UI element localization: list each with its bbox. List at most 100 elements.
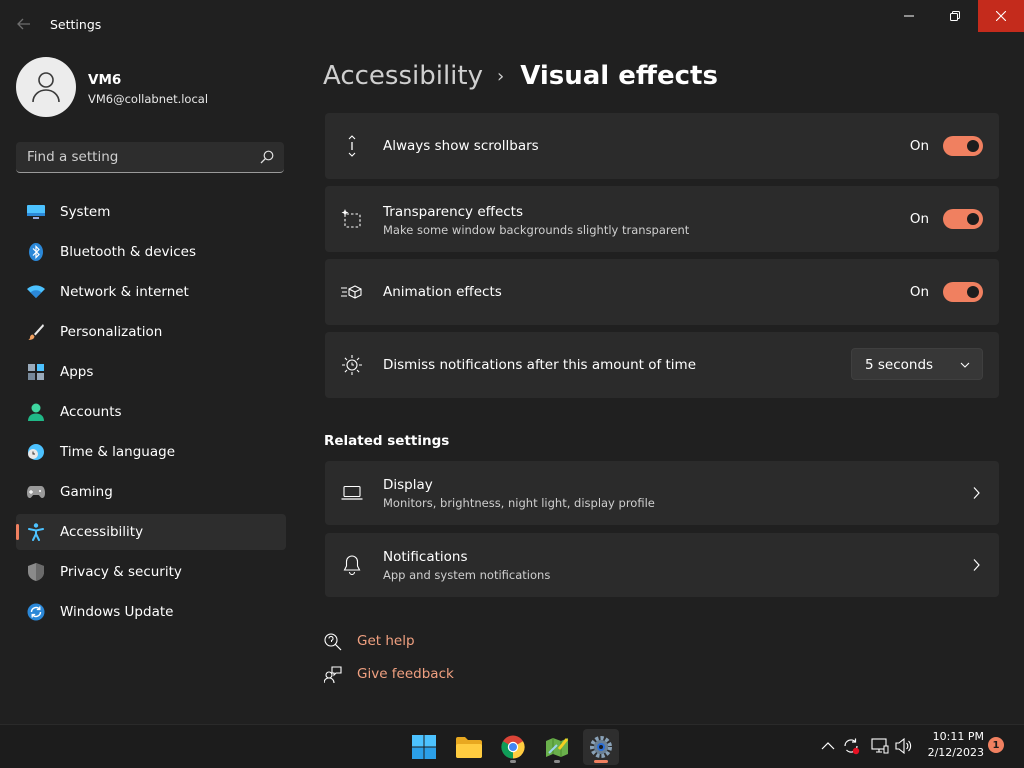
back-button[interactable] bbox=[14, 12, 34, 36]
sidebar-item-gaming[interactable]: Gaming bbox=[16, 474, 286, 510]
breadcrumb: Accessibility › Visual effects bbox=[323, 58, 718, 94]
chevron-down-icon bbox=[960, 362, 970, 368]
sidebar-item-windows-update[interactable]: Windows Update bbox=[16, 594, 286, 630]
sidebar-item-system[interactable]: System bbox=[16, 194, 286, 230]
sidebar-item-label: Accounts bbox=[60, 404, 122, 420]
sidebar-item-accessibility[interactable]: Accessibility bbox=[16, 514, 286, 550]
setting-title: Transparency effects bbox=[383, 204, 523, 220]
monitor-icon bbox=[27, 203, 45, 221]
folder-icon bbox=[456, 737, 482, 758]
setting-title: Animation effects bbox=[383, 284, 502, 300]
close-button[interactable] bbox=[978, 0, 1024, 32]
toggle-state-label: On bbox=[909, 284, 929, 300]
taskbar-chrome[interactable] bbox=[495, 729, 531, 765]
wifi-icon bbox=[27, 283, 45, 301]
avatar bbox=[16, 57, 76, 117]
taskbar: 10:11 PM 2/12/2023 1 bbox=[0, 724, 1024, 768]
get-help-text[interactable]: Get help bbox=[357, 633, 415, 649]
show-hidden-icons-chevron-up-icon[interactable] bbox=[819, 737, 837, 755]
sidebar-item-label: Privacy & security bbox=[60, 564, 182, 580]
person-icon bbox=[27, 403, 45, 421]
setting-description: Make some window backgrounds slightly tr… bbox=[383, 223, 690, 237]
windows-logo-icon bbox=[412, 735, 436, 759]
give-feedback-link[interactable]: Give feedback bbox=[324, 664, 454, 686]
related-notifications[interactable]: Notifications App and system notificatio… bbox=[325, 533, 999, 597]
volume-icon[interactable] bbox=[895, 737, 913, 755]
sidebar-item-label: Apps bbox=[60, 364, 94, 380]
related-title: Notifications bbox=[383, 549, 468, 565]
help-icon bbox=[324, 633, 342, 651]
taskbar-file-explorer[interactable] bbox=[451, 729, 487, 765]
sidebar-item-time-language[interactable]: Time & language bbox=[16, 434, 286, 470]
search-input[interactable] bbox=[16, 142, 246, 172]
chevron-right-icon bbox=[973, 487, 980, 499]
setting-transparency-effects: Transparency effects Make some window ba… bbox=[325, 186, 999, 252]
sync-alert-icon[interactable] bbox=[842, 737, 860, 755]
taskbar-settings[interactable] bbox=[583, 729, 619, 765]
profile-name: VM6 bbox=[88, 72, 122, 88]
arrow-left-icon bbox=[17, 18, 30, 30]
toggle-state-label: On bbox=[909, 138, 929, 154]
sidebar-item-label: Time & language bbox=[60, 444, 176, 460]
animation-toggle[interactable] bbox=[943, 282, 983, 302]
notification-duration-dropdown[interactable]: 5 seconds bbox=[851, 348, 983, 380]
start-button[interactable] bbox=[406, 729, 442, 765]
sidebar-item-label: Network & internet bbox=[60, 284, 189, 300]
notification-badge[interactable]: 1 bbox=[988, 737, 1004, 753]
bell-icon bbox=[341, 554, 363, 576]
search-box[interactable] bbox=[16, 142, 284, 173]
sidebar-item-apps[interactable]: Apps bbox=[16, 354, 286, 390]
sidebar-item-label: Personalization bbox=[60, 324, 163, 340]
setting-animation-effects: Animation effects On bbox=[325, 259, 999, 325]
sidebar-item-label: Bluetooth & devices bbox=[60, 244, 197, 260]
sun-timer-icon bbox=[341, 354, 363, 376]
related-settings-heading: Related settings bbox=[324, 433, 450, 449]
maximize-button[interactable] bbox=[932, 0, 978, 32]
sidebar-item-bluetooth[interactable]: Bluetooth & devices bbox=[16, 234, 286, 270]
network-monitor-icon[interactable] bbox=[871, 737, 889, 755]
person-icon bbox=[32, 72, 60, 103]
transparency-toggle[interactable] bbox=[943, 209, 983, 229]
update-icon bbox=[27, 603, 45, 621]
setting-dismiss-notifications: Dismiss notifications after this amount … bbox=[325, 332, 999, 398]
search-icon[interactable] bbox=[260, 150, 274, 164]
active-indicator bbox=[594, 760, 608, 763]
clock-time[interactable]: 10:11 PM bbox=[930, 730, 984, 743]
setting-always-show-scrollbars: Always show scrollbars On bbox=[325, 113, 999, 179]
clock-date[interactable]: 2/12/2023 bbox=[920, 746, 984, 759]
gamepad-icon bbox=[27, 483, 45, 501]
related-title: Display bbox=[383, 477, 433, 493]
setting-title: Always show scrollbars bbox=[383, 138, 539, 154]
taskbar-app-map[interactable] bbox=[539, 729, 575, 765]
shield-icon bbox=[27, 563, 45, 581]
sidebar-item-privacy[interactable]: Privacy & security bbox=[16, 554, 286, 590]
sidebar-item-network[interactable]: Network & internet bbox=[16, 274, 286, 310]
sidebar-item-label: Accessibility bbox=[60, 524, 144, 540]
map-app-icon bbox=[546, 738, 569, 757]
app-title: Settings bbox=[50, 17, 102, 32]
gear-icon bbox=[590, 736, 612, 758]
scrollbars-toggle[interactable] bbox=[943, 136, 983, 156]
related-description: App and system notifications bbox=[383, 568, 551, 582]
give-feedback-text[interactable]: Give feedback bbox=[357, 666, 454, 682]
sidebar-item-personalization[interactable]: Personalization bbox=[16, 314, 286, 350]
related-description: Monitors, brightness, night light, displ… bbox=[383, 496, 655, 510]
setting-title: Dismiss notifications after this amount … bbox=[383, 357, 697, 373]
get-help-link[interactable]: Get help bbox=[324, 631, 415, 653]
breadcrumb-separator: › bbox=[497, 65, 505, 87]
breadcrumb-parent[interactable]: Accessibility bbox=[323, 61, 483, 91]
toggle-state-label: On bbox=[909, 211, 929, 227]
page-title: Visual effects bbox=[520, 61, 718, 91]
running-indicator bbox=[554, 760, 560, 763]
title-bar: Settings bbox=[0, 0, 1024, 48]
sidebar-nav: System Bluetooth & devices Network & int… bbox=[16, 194, 286, 634]
laptop-icon bbox=[341, 482, 363, 504]
minimize-button[interactable] bbox=[886, 0, 932, 32]
accessibility-icon bbox=[27, 523, 45, 541]
related-display[interactable]: Display Monitors, brightness, night ligh… bbox=[325, 461, 999, 525]
scrollbar-icon bbox=[341, 135, 363, 157]
bluetooth-icon bbox=[27, 243, 45, 261]
sidebar-item-accounts[interactable]: Accounts bbox=[16, 394, 286, 430]
close-icon bbox=[996, 11, 1006, 21]
chrome-icon bbox=[501, 735, 525, 759]
